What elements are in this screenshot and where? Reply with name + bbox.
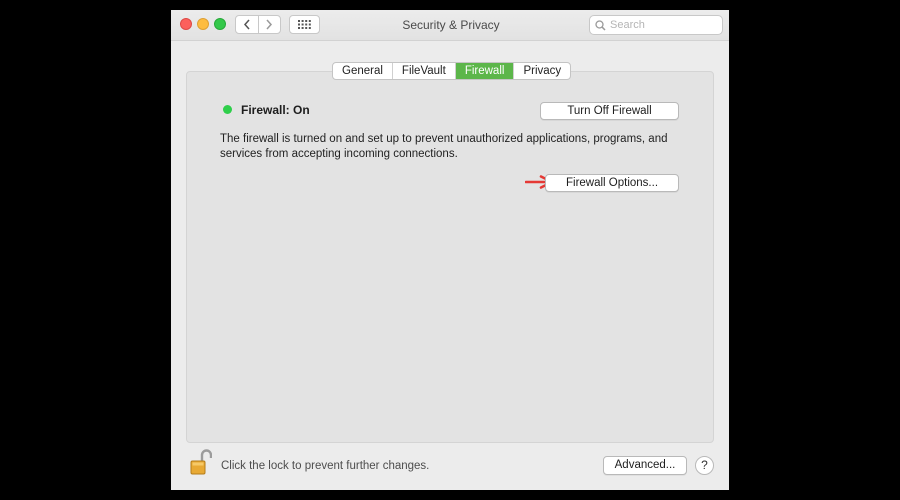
preferences-window: Security & Privacy General FileVault Fir… <box>171 10 729 490</box>
content-panel <box>186 71 714 443</box>
back-button[interactable] <box>236 16 258 33</box>
firewall-status-indicator <box>223 105 232 114</box>
search-input[interactable] <box>610 17 718 32</box>
back-forward-group <box>235 15 281 34</box>
close-window-button[interactable] <box>180 18 192 30</box>
minimize-window-button[interactable] <box>197 18 209 30</box>
tab-filevault[interactable]: FileVault <box>391 63 455 79</box>
tab-bar: General FileVault Firewall Privacy <box>332 62 572 80</box>
turn-off-firewall-button[interactable]: Turn Off Firewall <box>540 102 679 120</box>
forward-button[interactable] <box>257 16 281 33</box>
chevron-left-icon <box>243 19 250 30</box>
help-button[interactable]: ? <box>695 456 714 475</box>
unlocked-padlock-icon[interactable] <box>190 448 212 476</box>
lock-hint-text: Click the lock to prevent further change… <box>221 460 430 472</box>
search-field[interactable] <box>589 15 723 35</box>
title-bar: Security & Privacy <box>171 10 729 41</box>
show-all-button[interactable] <box>289 15 320 34</box>
chevron-right-icon <box>266 19 273 30</box>
zoom-window-button[interactable] <box>214 18 226 30</box>
tab-privacy[interactable]: Privacy <box>513 63 570 79</box>
tab-general[interactable]: General <box>333 63 392 79</box>
firewall-options-button[interactable]: Firewall Options... <box>545 174 679 192</box>
window-title: Security & Privacy <box>402 18 500 32</box>
search-icon <box>595 20 606 31</box>
firewall-status-label: Firewall: On <box>241 103 310 117</box>
show-all-grid-icon <box>298 20 311 29</box>
tab-firewall[interactable]: Firewall <box>454 63 514 79</box>
advanced-button[interactable]: Advanced... <box>603 456 687 475</box>
firewall-description: The firewall is turned on and set up to … <box>220 133 668 160</box>
